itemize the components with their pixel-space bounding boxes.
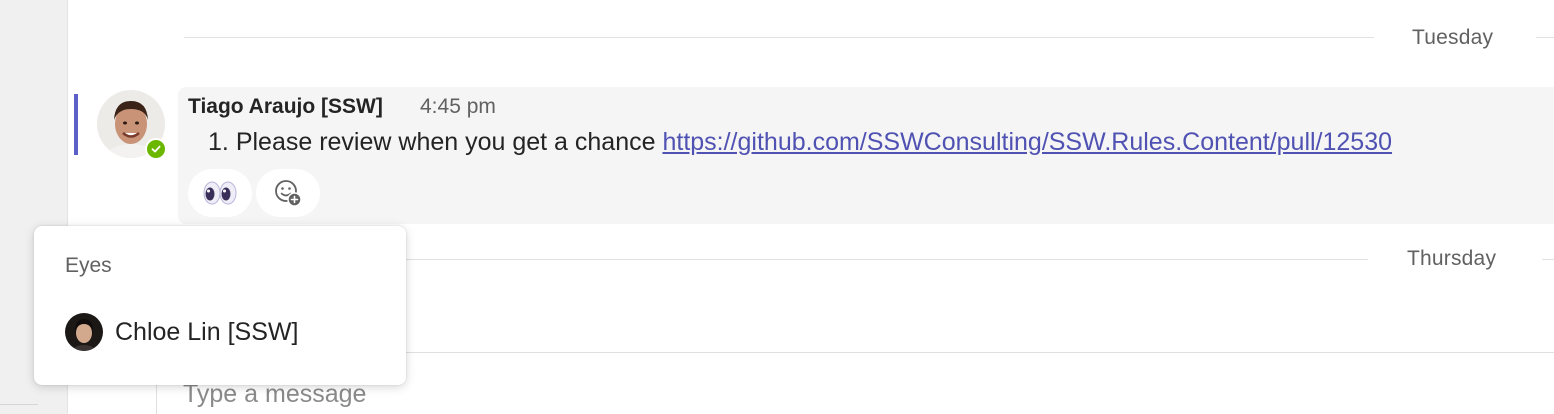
popup-title: Eyes: [65, 254, 112, 277]
date-divider-line: [184, 37, 1374, 38]
reaction-user-row[interactable]: Chloe Lin [SSW]: [65, 313, 298, 351]
date-divider-line: [1536, 37, 1554, 38]
date-divider-thursday: Thursday: [1407, 247, 1497, 270]
reaction-eyes-button[interactable]: [188, 169, 252, 217]
message-link[interactable]: https://github.com/SSWConsulting/SSW.Rul…: [662, 128, 1392, 156]
date-divider-line: [406, 259, 1368, 260]
add-reaction-button[interactable]: [256, 169, 320, 217]
add-reaction-icon: [275, 180, 302, 207]
message-author[interactable]: Tiago Araujo [SSW]: [188, 95, 383, 119]
reaction-details-popup: Eyes Chloe Lin [SSW]: [34, 226, 406, 385]
message-body: 1. Please review when you get a chance h…: [208, 128, 1392, 157]
rail-divider: [0, 404, 38, 405]
message-accent-bar: [74, 94, 78, 155]
message-timestamp: 4:45 pm: [420, 95, 496, 118]
eyes-emoji-icon: [203, 181, 237, 205]
user-avatar: [65, 313, 103, 351]
message-text: Please review when you get a chance: [235, 128, 656, 156]
reaction-user-name: Chloe Lin [SSW]: [115, 317, 299, 346]
list-number: 1.: [208, 128, 229, 156]
message-bubble[interactable]: Tiago Araujo [SSW] 4:45 pm 1. Please rev…: [178, 87, 1554, 224]
date-divider-tuesday: Tuesday: [1412, 26, 1494, 49]
presence-available-icon: [145, 138, 167, 160]
date-divider-line: [1542, 259, 1554, 260]
